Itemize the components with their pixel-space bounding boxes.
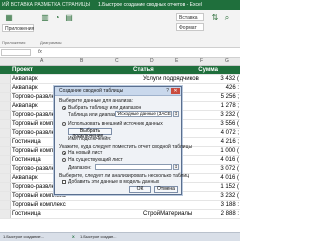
- cell-project[interactable]: Торговый комплекс: [12, 201, 66, 209]
- cancel-button[interactable]: Отмена: [154, 186, 178, 193]
- cell-project[interactable]: Гостиница: [12, 138, 41, 146]
- ribbon-tabs[interactable]: ИЙ ВСТАВКА РАЗМЕТКА СТРАНИЦЫ: [2, 2, 90, 8]
- radio-existing-sheet[interactable]: [62, 158, 66, 162]
- cell-project[interactable]: Аквапарк: [12, 102, 38, 110]
- column-header[interactable]: B: [80, 58, 83, 65]
- apps-button[interactable]: Приложения: [2, 24, 34, 32]
- sort-icon[interactable]: ⇅: [210, 13, 220, 23]
- fx-icon[interactable]: fx: [38, 49, 42, 55]
- find-icon[interactable]: ⌕: [222, 13, 232, 23]
- cell-project[interactable]: Гостиница: [12, 210, 41, 218]
- column-header[interactable]: A: [40, 58, 43, 65]
- insert-button[interactable]: Вставка: [176, 13, 204, 21]
- cell-project[interactable]: Аквапарк: [12, 84, 38, 92]
- cell-project[interactable]: Аквапарк: [12, 75, 38, 83]
- cell-amount[interactable]: 3 556 (: [220, 120, 239, 128]
- radio-external-source[interactable]: [62, 122, 66, 126]
- formula-bar: fx: [0, 48, 240, 58]
- group-label-charts: Диаграммы: [40, 40, 62, 45]
- table-row[interactable]: Аквапарк Услуги подрядчиков 3 432 (: [0, 75, 240, 84]
- radio-new-sheet[interactable]: [62, 151, 66, 155]
- cell-amount[interactable]: 426 :: [226, 84, 239, 92]
- create-pivot-dialog: Создание сводной таблицы ? ✕ Выберите да…: [54, 86, 192, 195]
- cell-amount[interactable]: 4 016 (: [220, 156, 239, 164]
- name-box[interactable]: [1, 49, 31, 56]
- window-title: 1.Быстрое создание сводных отчетов - Exc…: [98, 2, 202, 8]
- taskbar-item-excel[interactable]: 1.Быстрое создан...: [80, 234, 117, 240]
- cell-amount[interactable]: 4 072 ;: [221, 129, 239, 137]
- cell-amount[interactable]: 3 232 (: [220, 111, 239, 119]
- table-row[interactable]: Торговый комплекс 3 188 :: [0, 201, 240, 210]
- cell-amount[interactable]: 4 016 (: [220, 174, 239, 182]
- radio-existing-sheet-label[interactable]: На существующий лист: [68, 157, 123, 163]
- location-input[interactable]: [95, 164, 172, 170]
- cell-amount[interactable]: 4 216 ;: [221, 138, 239, 146]
- title-bar: ИЙ ВСТАВКА РАЗМЕТКА СТРАНИЦЫ 1.Быстрое с…: [0, 0, 240, 10]
- cell-amount[interactable]: 3 072 (: [220, 165, 239, 173]
- column-header[interactable]: F: [200, 58, 203, 65]
- range-label: Таблица или диапазон:: [68, 112, 122, 118]
- close-icon[interactable]: ✕: [171, 88, 180, 94]
- header-cell-amount[interactable]: Сумма: [198, 66, 218, 74]
- column-header[interactable]: D: [150, 58, 154, 65]
- header-cell-article[interactable]: Статья: [133, 66, 154, 74]
- ok-button[interactable]: ОК: [129, 186, 151, 193]
- group-label-apps: Приложения: [2, 40, 26, 45]
- dialog-title: Создание сводной таблицы: [59, 88, 124, 94]
- chart-icon[interactable]: ▥: [40, 13, 50, 23]
- section-choose-data: Выберите данные для анализа:: [59, 98, 133, 104]
- cell-project[interactable]: Аквапарк: [12, 174, 38, 182]
- table-icon[interactable]: ▦: [4, 13, 14, 23]
- excel-icon[interactable]: X: [72, 234, 75, 240]
- range-picker-icon[interactable]: ↥: [173, 111, 179, 117]
- format-button[interactable]: Формат: [176, 23, 204, 31]
- table-header-row[interactable]: Проект Статья Сумма: [0, 66, 240, 75]
- cell-amount[interactable]: 2 888 :: [221, 210, 239, 218]
- location-picker-icon[interactable]: ↥: [173, 164, 179, 170]
- cell-project[interactable]: Гостиница: [12, 156, 41, 164]
- add-to-data-model-checkbox[interactable]: [62, 180, 66, 184]
- cell-amount[interactable]: 3 232 (: [220, 192, 239, 200]
- help-icon[interactable]: ?: [166, 87, 169, 95]
- cell-article[interactable]: Услуги подрядчиков: [143, 75, 199, 83]
- table-row[interactable]: Гостиница СтройМатериалы 2 888 :: [0, 210, 240, 219]
- add-to-data-model-label[interactable]: Добавить эти данные в модель данных: [68, 179, 159, 185]
- dialog-title-bar[interactable]: Создание сводной таблицы ? ✕: [55, 87, 181, 96]
- column-header[interactable]: G: [225, 58, 229, 65]
- header-cell-project[interactable]: Проект: [12, 66, 33, 74]
- pie-chart-icon[interactable]: ◔: [52, 13, 62, 23]
- cell-amount[interactable]: 3 188 :: [221, 201, 239, 209]
- cell-amount[interactable]: 1 152 (: [220, 183, 239, 191]
- cell-amount[interactable]: 5 256 ;: [221, 93, 239, 101]
- location-label: Диапазон:: [68, 165, 92, 171]
- ribbon: ▦ Приложения ▥ ◔ ▤ Вставка Формат ⇅ ⌕ Пр…: [0, 10, 240, 48]
- range-input[interactable]: 'Исходные данные (ЗАСЕК': [115, 111, 172, 117]
- connection-name-label: Имя подключения:: [68, 136, 112, 142]
- column-header[interactable]: C: [115, 58, 119, 65]
- bar-chart-icon[interactable]: ▤: [64, 13, 74, 23]
- choose-connection-button[interactable]: Выбрать подключение...: [68, 128, 112, 139]
- radio-external-source-label[interactable]: Использовать внешний источник данных: [68, 121, 163, 127]
- cell-amount[interactable]: 3 432 (: [220, 75, 239, 83]
- radio-select-table[interactable]: [62, 106, 66, 110]
- column-header[interactable]: E: [175, 58, 178, 65]
- cell-amount[interactable]: 1 000 (: [220, 147, 239, 155]
- cell-amount[interactable]: 1 278 ;: [221, 102, 239, 110]
- column-headers: A B C D E F G: [0, 58, 240, 66]
- cell-article[interactable]: СтройМатериалы: [143, 210, 192, 218]
- radio-new-sheet-label[interactable]: На новый лист: [68, 150, 102, 156]
- taskbar-item-folder[interactable]: 1.Быстрое создание...: [3, 234, 44, 240]
